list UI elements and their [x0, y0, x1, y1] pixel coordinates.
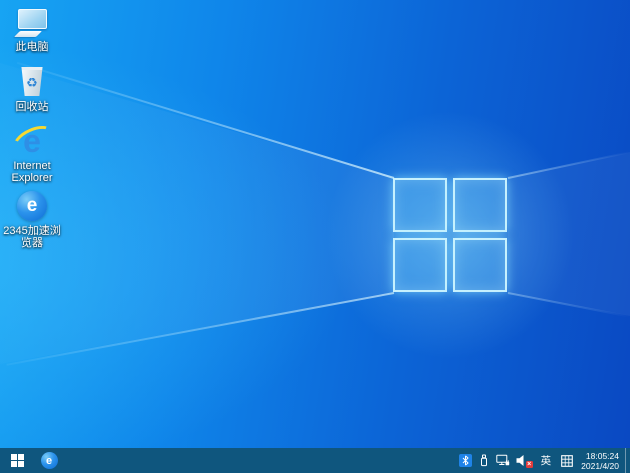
- desktop-icon-label: 此电脑: [15, 41, 49, 53]
- ime-icon: [561, 454, 574, 467]
- desktop-icon-label: 回收站: [15, 101, 49, 113]
- desktop-icon-label: Internet Explorer: [11, 160, 53, 184]
- taskbar-clock[interactable]: 18:05:24 2021/4/20: [576, 451, 625, 471]
- start-button[interactable]: [0, 448, 34, 473]
- desktop-icon-internet-explorer[interactable]: e Internet Explorer: [1, 120, 63, 184]
- windows-logo-pane: [393, 178, 447, 232]
- network-icon: [495, 454, 509, 466]
- windows-logo-pane: [453, 178, 507, 232]
- taskbar: e × 英 18:05:24 2021/4/20: [0, 448, 630, 473]
- taskbar-item-2345-browser[interactable]: e: [34, 448, 64, 473]
- windows-logo-pane: [393, 238, 447, 292]
- usb-device-tray-button[interactable]: [475, 448, 493, 473]
- 2345-browser-taskbar-icon: e: [40, 452, 58, 469]
- windows-logo: [393, 178, 507, 292]
- desktop-icon-label: 2345加速浏览器: [3, 225, 61, 249]
- show-desktop-button[interactable]: [625, 448, 630, 473]
- windows-desktop: 此电脑 ♻ 回收站 e Internet Explorer e 2345加速浏览…: [0, 0, 630, 473]
- desktop-icon-recycle-bin[interactable]: ♻ 回收站: [1, 65, 63, 113]
- usb-device-icon: [480, 454, 487, 467]
- windows-logo-pane: [453, 238, 507, 292]
- desktop-icon-2345-browser[interactable]: e 2345加速浏览器: [1, 189, 63, 249]
- bluetooth-tray-button[interactable]: [456, 448, 475, 473]
- ime-tray-button[interactable]: [558, 448, 576, 473]
- system-tray: × 英 18:05:24 2021/4/20: [456, 448, 630, 473]
- bluetooth-icon: [458, 454, 472, 467]
- language-indicator-button[interactable]: 英: [534, 448, 559, 473]
- clock-time: 18:05:24: [585, 450, 619, 461]
- volume-muted-icon: ×: [516, 454, 533, 468]
- internet-explorer-icon: e: [1, 120, 63, 161]
- 2345-browser-icon: e: [1, 189, 63, 222]
- wallpaper: [0, 0, 630, 473]
- windows-start-icon: [10, 454, 24, 467]
- clock-date: 2021/4/20: [581, 460, 619, 471]
- language-indicator: 英: [540, 455, 552, 467]
- this-pc-icon: [1, 5, 63, 38]
- recycle-bin-icon: ♻: [1, 65, 63, 98]
- desktop-icon-this-pc[interactable]: 此电脑: [1, 5, 63, 53]
- mute-badge: ×: [525, 461, 533, 468]
- volume-tray-button[interactable]: ×: [513, 448, 534, 473]
- network-tray-button[interactable]: [493, 448, 513, 473]
